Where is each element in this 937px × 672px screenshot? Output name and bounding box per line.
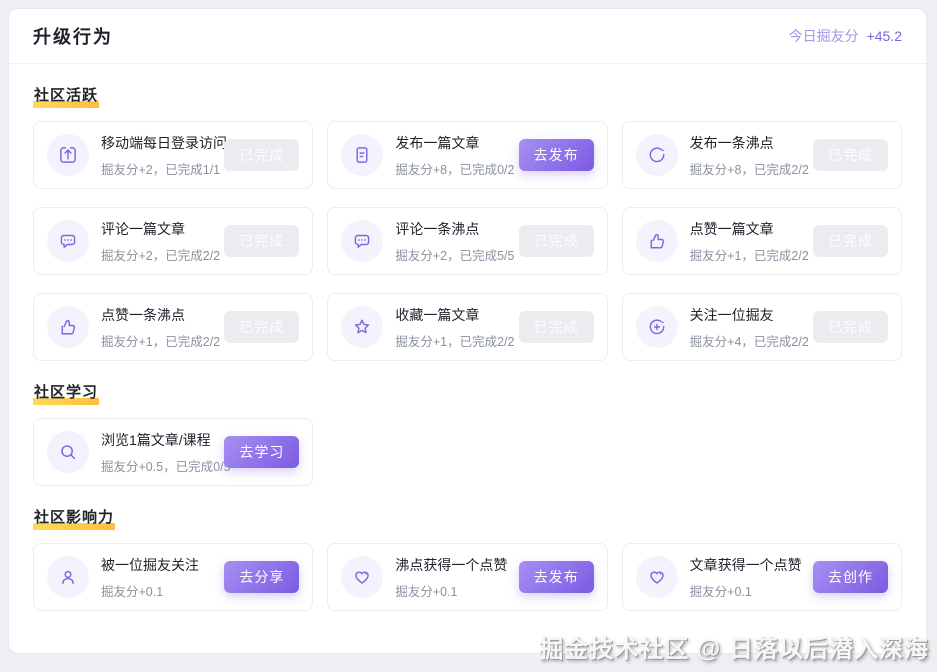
task-card: 沸点获得一个点赞 掘友分+0.1 去发布 [327,543,607,611]
task-progress: 掘友分+0.1 [101,581,218,600]
task-grid: 移动端每日登录访问 掘友分+2，已完成1/1 已完成 发布一篇文章 掘友分+8，… [33,121,902,361]
task-card: 收藏一篇文章 掘友分+1，已完成2/2 已完成 [327,293,607,361]
task-title: 评论一篇文章 [101,219,218,239]
page-title: 升级行为 [33,23,113,49]
thumbs-up-icon [47,306,89,348]
task-card: 关注一位掘友 掘友分+4，已完成2/2 已完成 [622,293,902,361]
task-title: 移动端每日登录访问 [101,133,218,153]
task-info: 发布一条沸点 掘友分+8，已完成2/2 [690,133,807,178]
upgrade-behavior-panel: 升级行为 今日掘友分 +45.2 社区活跃 移动端每日登录访问 掘友分+2，已完… [8,8,927,654]
task-card: 文章获得一个点赞 掘友分+0.1 去创作 [622,543,902,611]
task-card: 浏览1篇文章/课程 掘友分+0.5，已完成0/5 去学习 [33,418,313,486]
task-info: 评论一篇文章 掘友分+2，已完成2/2 [101,219,218,264]
task-info: 浏览1篇文章/课程 掘友分+0.5，已完成0/5 [101,430,218,475]
task-info: 被一位掘友关注 掘友分+0.1 [101,555,218,600]
task-title: 点赞一条沸点 [101,305,218,325]
task-info: 点赞一条沸点 掘友分+1，已完成2/2 [101,305,218,350]
task-title: 发布一篇文章 [395,133,512,153]
task-title: 文章获得一个点赞 [690,555,807,575]
go-study-button[interactable]: 去学习 [224,436,299,468]
section-community-study: 社区学习 [33,381,902,405]
task-progress: 掘友分+4，已完成2/2 [690,331,807,350]
task-done-button: 已完成 [224,139,299,171]
mobile-login-icon [47,134,89,176]
task-progress: 掘友分+1，已完成2/2 [101,331,218,350]
panel-header: 升级行为 今日掘友分 +45.2 [9,9,926,64]
task-title: 发布一条沸点 [690,133,807,153]
section-title: 社区影响力 [33,506,115,530]
go-share-button[interactable]: 去分享 [224,561,299,593]
task-grid: 浏览1篇文章/课程 掘友分+0.5，已完成0/5 去学习 [33,418,902,486]
today-score-value: +45.2 [867,28,902,44]
task-card: 评论一篇文章 掘友分+2，已完成2/2 已完成 [33,207,313,275]
heart-like-icon [636,556,678,598]
task-title: 浏览1篇文章/课程 [101,430,218,450]
task-done-button: 已完成 [519,311,594,343]
task-title: 被一位掘友关注 [101,555,218,575]
task-done-button: 已完成 [813,311,888,343]
user-follower-icon [47,556,89,598]
task-progress: 掘友分+2，已完成2/2 [101,245,218,264]
section-community-influence: 社区影响力 [33,506,902,530]
task-card: 发布一条沸点 掘友分+8，已完成2/2 已完成 [622,121,902,189]
task-card: 点赞一篇文章 掘友分+1，已完成2/2 已完成 [622,207,902,275]
task-progress: 掘友分+8，已完成2/2 [690,159,807,178]
task-progress: 掘友分+1，已完成2/2 [395,331,512,350]
task-card: 评论一条沸点 掘友分+2，已完成5/5 已完成 [327,207,607,275]
task-title: 收藏一篇文章 [395,305,512,325]
task-info: 移动端每日登录访问 掘友分+2，已完成1/1 [101,133,218,178]
task-progress: 掘友分+0.5，已完成0/5 [101,456,218,475]
go-create-button[interactable]: 去创作 [813,561,888,593]
task-info: 沸点获得一个点赞 掘友分+0.1 [395,555,512,600]
task-info: 收藏一篇文章 掘友分+1，已完成2/2 [395,305,512,350]
task-info: 发布一篇文章 掘友分+8，已完成0/2 [395,133,512,178]
thumbs-up-icon [636,220,678,262]
task-done-button: 已完成 [224,225,299,257]
task-progress: 掘友分+8，已完成0/2 [395,159,512,178]
task-card: 移动端每日登录访问 掘友分+2，已完成1/1 已完成 [33,121,313,189]
task-done-button: 已完成 [519,225,594,257]
task-title: 评论一条沸点 [395,219,512,239]
star-collect-icon [341,306,383,348]
search-study-icon [47,431,89,473]
task-progress: 掘友分+0.1 [690,581,807,600]
task-grid: 被一位掘友关注 掘友分+0.1 去分享 沸点获得一个点赞 掘友分+0.1 去发布… [33,543,902,611]
task-card: 发布一篇文章 掘友分+8，已完成0/2 去发布 [327,121,607,189]
task-title: 关注一位掘友 [690,305,807,325]
task-title: 点赞一篇文章 [690,219,807,239]
task-info: 评论一条沸点 掘友分+2，已完成5/5 [395,219,512,264]
comment-icon [341,220,383,262]
comment-icon [47,220,89,262]
task-card: 点赞一条沸点 掘友分+1，已完成2/2 已完成 [33,293,313,361]
today-score-label: 今日掘友分 [789,28,859,44]
task-info: 文章获得一个点赞 掘友分+0.1 [690,555,807,600]
article-doc-icon [341,134,383,176]
today-score[interactable]: 今日掘友分 +45.2 [789,26,902,46]
task-info: 点赞一篇文章 掘友分+1，已完成2/2 [690,219,807,264]
section-title: 社区活跃 [33,84,99,108]
task-done-button: 已完成 [813,225,888,257]
task-progress: 掘友分+2，已完成5/5 [395,245,512,264]
heart-like-icon [341,556,383,598]
go-publish-article-button[interactable]: 去发布 [519,139,594,171]
task-progress: 掘友分+2，已完成1/1 [101,159,218,178]
go-publish-pin-button[interactable]: 去发布 [519,561,594,593]
task-info: 关注一位掘友 掘友分+4，已完成2/2 [690,305,807,350]
task-done-button: 已完成 [224,311,299,343]
task-progress: 掘友分+1，已完成2/2 [690,245,807,264]
follow-plus-icon [636,306,678,348]
task-card: 被一位掘友关注 掘友分+0.1 去分享 [33,543,313,611]
pin-refresh-icon [636,134,678,176]
task-progress: 掘友分+0.1 [395,581,512,600]
task-done-button: 已完成 [813,139,888,171]
task-title: 沸点获得一个点赞 [395,555,512,575]
section-title: 社区学习 [33,381,99,405]
section-community-active: 社区活跃 [33,84,902,108]
